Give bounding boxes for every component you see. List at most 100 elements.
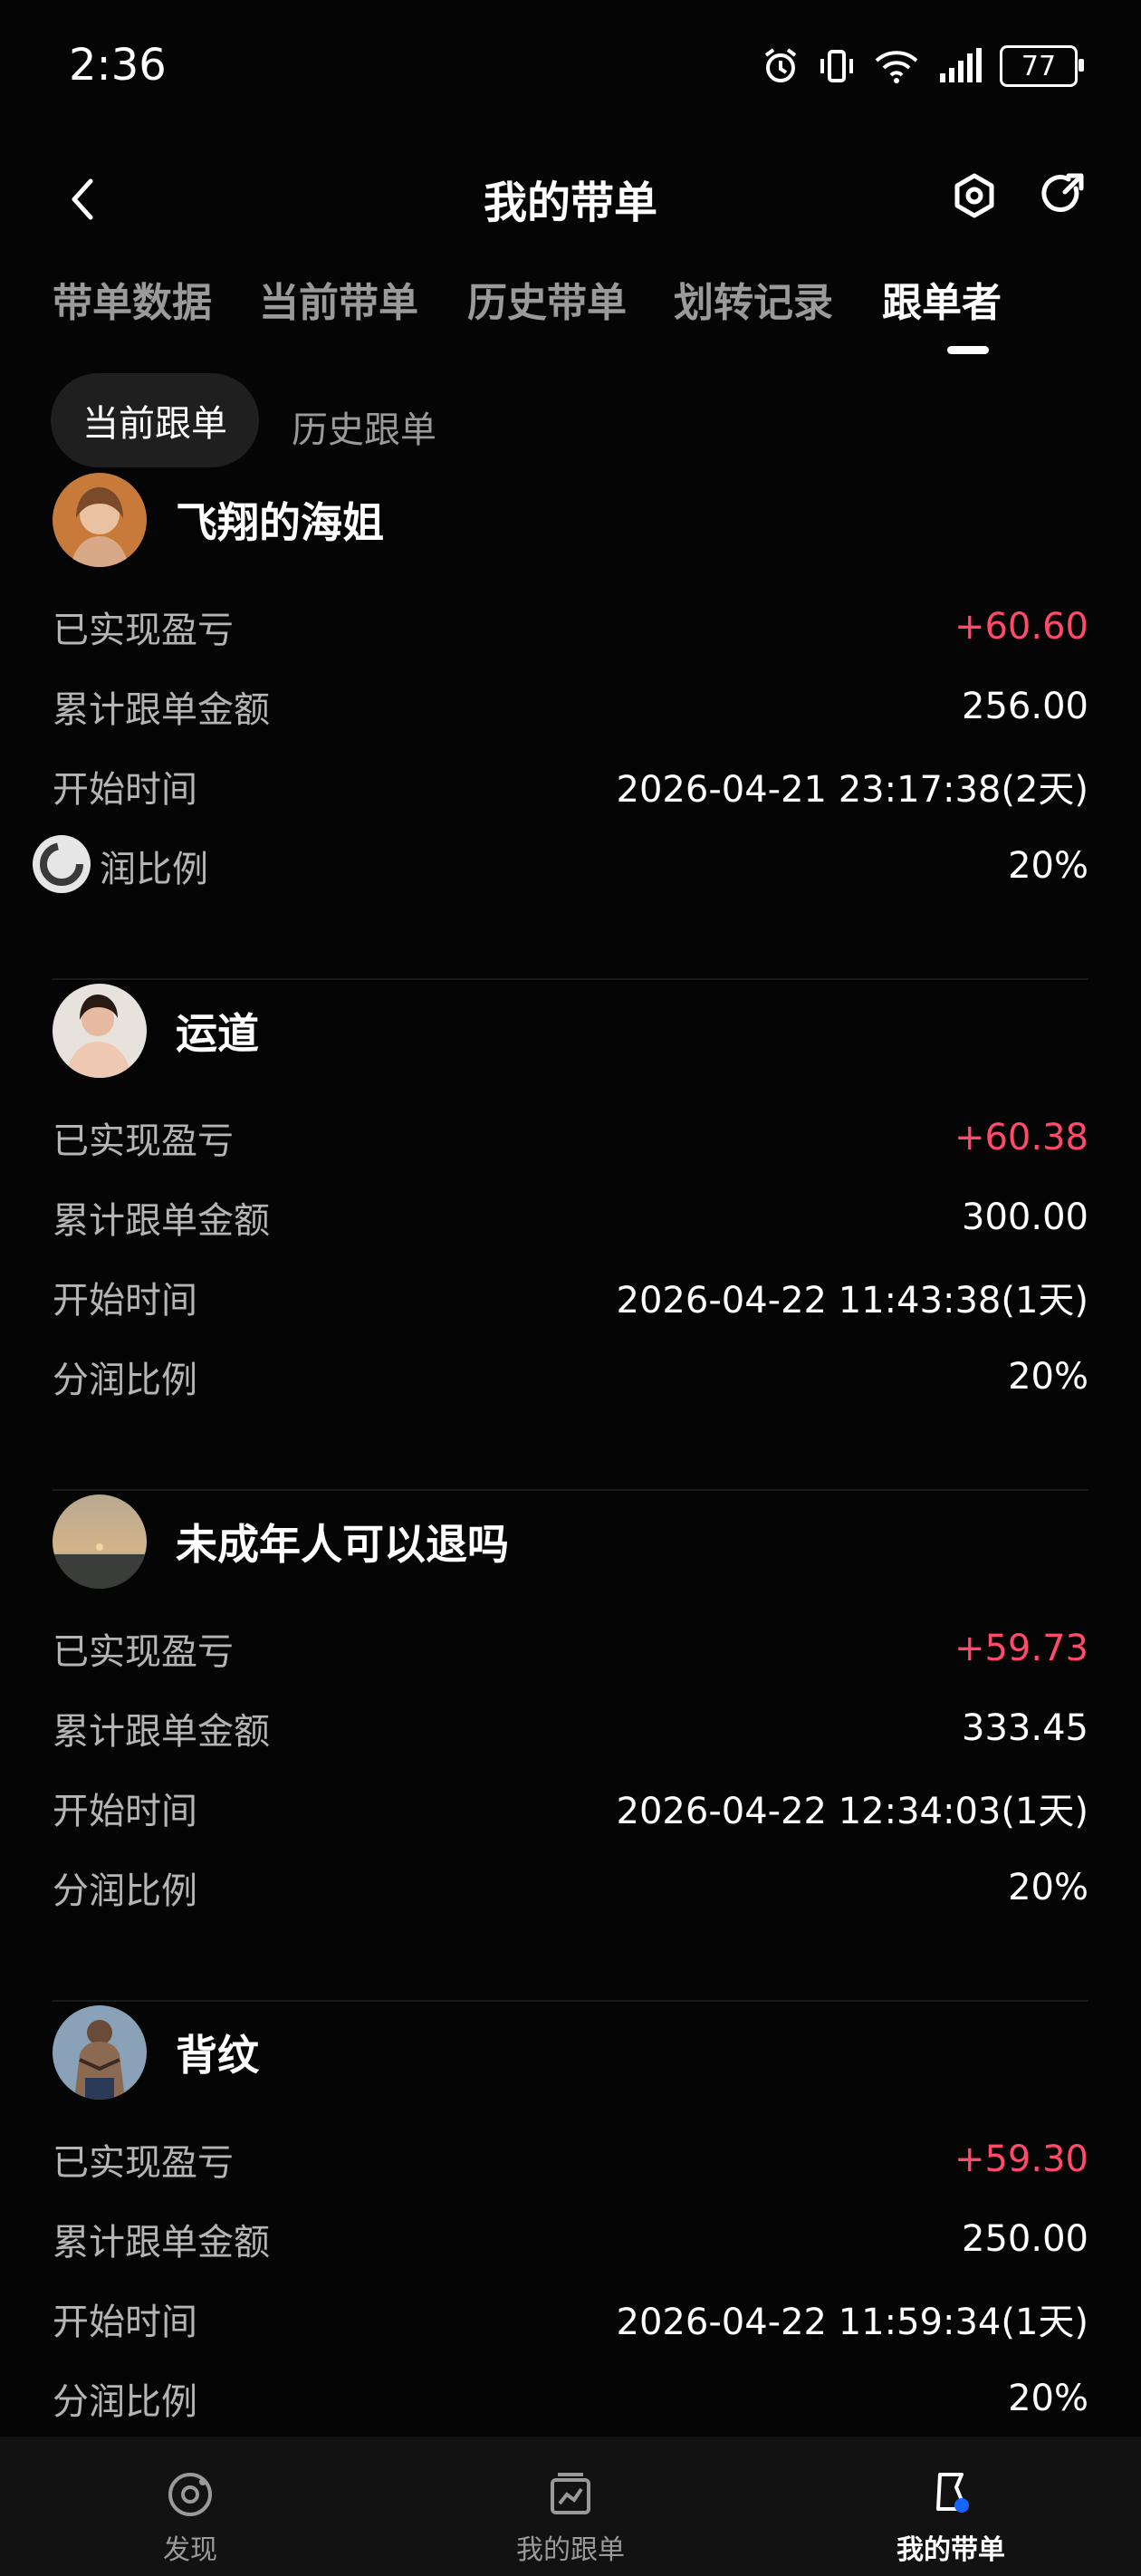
start-time-row: 开始时间 2026-04-21 23:17:38(2天) xyxy=(53,759,1088,813)
active-tab-indicator xyxy=(947,346,989,354)
follower-list: 飞翔的海姐 已实现盈亏 +60.60 累计跟单金额 256.00 开始时间 20… xyxy=(53,469,1088,2511)
avatar xyxy=(53,1495,147,1589)
ratio-value: 20% xyxy=(1008,1867,1088,1908)
battery-level: 77 xyxy=(1021,50,1057,82)
nav-my-leading[interactable]: 我的带单 xyxy=(761,2437,1141,2576)
start-time-label: 开始时间 xyxy=(53,1280,197,1322)
tab-followers[interactable]: 跟单者 xyxy=(882,270,1002,328)
follower-header: 未成年人可以退吗 xyxy=(53,1495,509,1589)
amount-value: 256.00 xyxy=(962,686,1088,727)
pnl-label: 已实现盈亏 xyxy=(53,2142,234,2184)
follower-header: 背纹 xyxy=(53,2005,259,2100)
start-time-value: 2026-04-22 11:59:34(1天) xyxy=(616,2302,1088,2343)
avatar xyxy=(53,473,147,567)
nav-discover-label: 发现 xyxy=(163,2534,217,2566)
avatar xyxy=(53,984,147,1078)
main-tabs: 带单数据 当前带单 历史带单 划转记录 跟单者 xyxy=(0,263,1141,362)
amount-label: 累计跟单金额 xyxy=(53,689,270,731)
amount-label: 累计跟单金额 xyxy=(53,2222,270,2264)
discover-icon xyxy=(168,2473,212,2516)
pnl-value: +59.73 xyxy=(954,1628,1088,1669)
pnl-value: +59.30 xyxy=(954,2139,1088,2180)
ratio-value: 20% xyxy=(1008,845,1088,887)
ratio-value: 20% xyxy=(1008,1356,1088,1398)
status-time: 2:36 xyxy=(69,40,167,91)
pnl-label: 已实现盈亏 xyxy=(53,1631,234,1673)
app-header: 我的带单 xyxy=(0,145,1141,254)
settings-button[interactable] xyxy=(942,163,1007,228)
amount-row: 累计跟单金额 250.00 xyxy=(53,2212,1088,2266)
pnl-row: 已实现盈亏 +60.60 xyxy=(53,600,1088,654)
bottom-navigation: 发现 我的跟单 我的带单 xyxy=(0,2437,1141,2576)
chart-board-icon xyxy=(551,2473,590,2514)
avatar xyxy=(53,2005,147,2100)
start-time-value: 2026-04-22 12:34:03(1天) xyxy=(616,1791,1088,1832)
follower-name: 背纹 xyxy=(176,2031,259,2080)
amount-value: 300.00 xyxy=(962,1197,1088,1238)
status-bar: 2:36 77 xyxy=(0,0,1141,145)
amount-label: 累计跟单金额 xyxy=(53,1200,270,1242)
floating-assist-button[interactable] xyxy=(29,831,94,897)
follower-name: 运道 xyxy=(176,1009,259,1058)
follower-card[interactable]: 飞翔的海姐 已实现盈亏 +60.60 累计跟单金额 256.00 开始时间 20… xyxy=(53,469,1088,980)
vibrate-icon xyxy=(820,50,853,82)
subtab-history-follow[interactable]: 历史跟单 xyxy=(292,400,436,453)
nav-my-follows-label: 我的跟单 xyxy=(516,2534,625,2566)
pnl-row: 已实现盈亏 +60.38 xyxy=(53,1110,1088,1165)
status-icons: 77 xyxy=(761,45,1084,87)
pnl-label: 已实现盈亏 xyxy=(53,610,234,651)
ratio-row: 分润比例 20% xyxy=(53,1860,1088,1915)
nav-my-leading-label: 我的带单 xyxy=(896,2534,1005,2566)
ratio-label: 润比例 xyxy=(100,849,208,890)
pnl-value: +60.60 xyxy=(954,606,1088,648)
amount-value: 333.45 xyxy=(962,1707,1088,1749)
start-time-row: 开始时间 2026-04-22 11:59:34(1天) xyxy=(53,2292,1088,2346)
ratio-label: 分润比例 xyxy=(53,1360,197,1401)
follower-card[interactable]: 背纹 已实现盈亏 +59.30 累计跟单金额 250.00 开始时间 2026-… xyxy=(53,2002,1088,2511)
ratio-row: 分润比例 20% xyxy=(53,2371,1088,2426)
follower-card[interactable]: 运道 已实现盈亏 +60.38 累计跟单金额 300.00 开始时间 2026-… xyxy=(53,980,1088,1491)
follower-header: 运道 xyxy=(53,984,259,1078)
follower-header: 飞翔的海姐 xyxy=(53,473,384,567)
amount-row: 累计跟单金额 256.00 xyxy=(53,679,1088,734)
pnl-row: 已实现盈亏 +59.73 xyxy=(53,1621,1088,1676)
alarm-icon xyxy=(764,48,797,82)
loading-ring-icon xyxy=(33,835,91,893)
tab-leading-data[interactable]: 带单数据 xyxy=(53,270,212,328)
leader-flag-icon xyxy=(936,2473,969,2513)
start-time-row: 开始时间 2026-04-22 12:34:03(1天) xyxy=(53,1781,1088,1835)
follower-name: 未成年人可以退吗 xyxy=(176,1520,509,1569)
start-time-label: 开始时间 xyxy=(53,769,197,811)
nav-discover[interactable]: 发现 xyxy=(0,2437,380,2576)
pnl-value: +60.38 xyxy=(954,1117,1088,1158)
ratio-row: 分润比例 20% xyxy=(53,1350,1088,1404)
signal-icon xyxy=(940,48,982,82)
follower-name: 飞翔的海姐 xyxy=(176,498,384,547)
tab-history-leading[interactable]: 历史带单 xyxy=(467,270,627,328)
nav-my-follows[interactable]: 我的跟单 xyxy=(380,2437,761,2576)
tab-current-leading[interactable]: 当前带单 xyxy=(259,270,418,328)
amount-row: 累计跟单金额 333.45 xyxy=(53,1701,1088,1755)
start-time-label: 开始时间 xyxy=(53,1791,197,1832)
wifi-icon xyxy=(875,51,918,83)
battery-icon: 77 xyxy=(1000,45,1084,87)
ratio-label: 分润比例 xyxy=(53,2381,197,2423)
start-time-row: 开始时间 2026-04-22 11:43:38(1天) xyxy=(53,1270,1088,1324)
pnl-label: 已实现盈亏 xyxy=(53,1120,234,1162)
pnl-row: 已实现盈亏 +59.30 xyxy=(53,2132,1088,2187)
ratio-row: 润比例 20% xyxy=(53,839,1088,893)
hexagon-settings-icon xyxy=(954,173,994,218)
follower-card[interactable]: 未成年人可以退吗 已实现盈亏 +59.73 累计跟单金额 333.45 开始时间… xyxy=(53,1491,1088,2002)
tab-transfer-records[interactable]: 划转记录 xyxy=(674,270,833,328)
amount-row: 累计跟单金额 300.00 xyxy=(53,1190,1088,1245)
share-arrow-icon xyxy=(1041,173,1084,212)
amount-label: 累计跟单金额 xyxy=(53,1711,270,1753)
ratio-value: 20% xyxy=(1008,2378,1088,2419)
start-time-value: 2026-04-22 11:43:38(1天) xyxy=(616,1280,1088,1322)
subtab-current-follow[interactable]: 当前跟单 xyxy=(51,373,259,467)
start-time-label: 开始时间 xyxy=(53,2302,197,2343)
ratio-label: 分润比例 xyxy=(53,1870,197,1912)
share-button[interactable] xyxy=(1031,163,1096,228)
start-time-value: 2026-04-21 23:17:38(2天) xyxy=(616,769,1088,811)
amount-value: 250.00 xyxy=(962,2218,1088,2260)
